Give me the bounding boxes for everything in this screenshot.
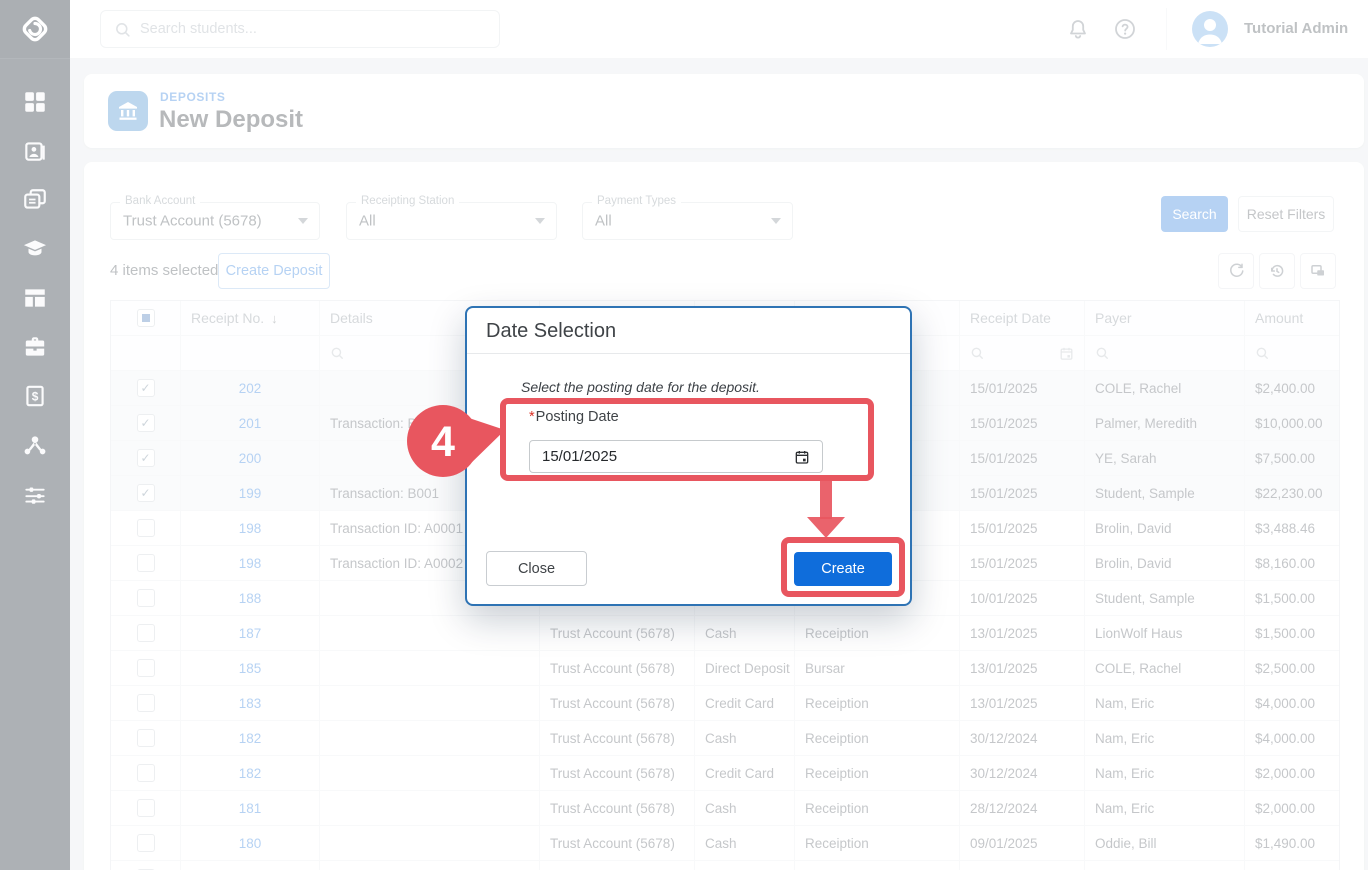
annotation-highlight-create: [781, 537, 905, 597]
modal-divider: [467, 353, 910, 354]
annotation-step-number: 4: [431, 418, 455, 466]
modal-note: Select the posting date for the deposit.: [521, 379, 760, 395]
modal-title: Date Selection: [486, 320, 616, 343]
annotation-highlight-posting-date: [500, 398, 874, 481]
annotation-step-balloon: 4: [404, 402, 508, 482]
close-button[interactable]: Close: [486, 551, 587, 586]
app-window: $ Search students... Tutorial Admin DEPO…: [0, 0, 1368, 870]
annotation-arrow-down: [806, 481, 846, 539]
